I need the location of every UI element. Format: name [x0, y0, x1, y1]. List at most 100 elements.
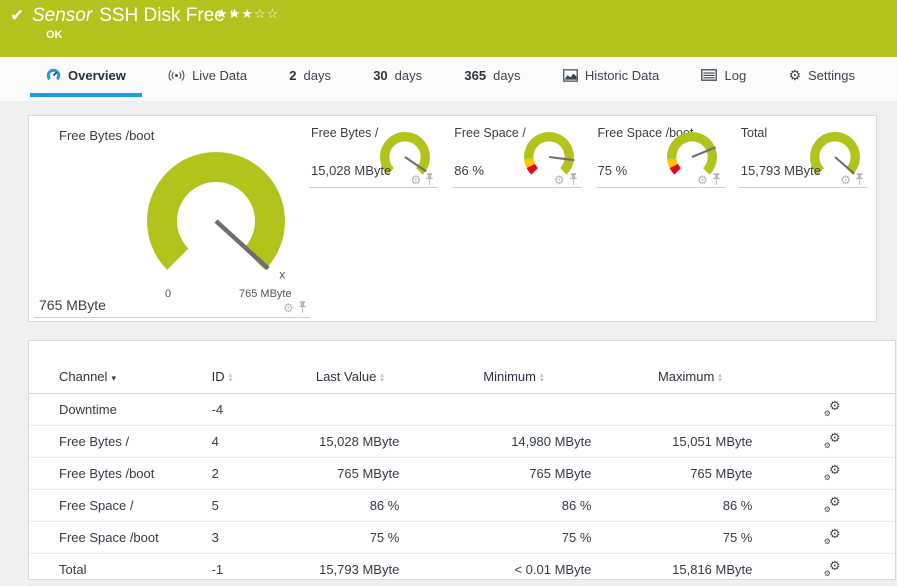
tile-title: Free Space / [454, 126, 526, 140]
log-icon [701, 69, 718, 81]
channel-settings-gears-icon[interactable]: ⚙ ⚙ [824, 430, 841, 450]
gauge-settings-gear-icon[interactable]: ⚙ [554, 174, 565, 186]
tab-settings[interactable]: ⚙ Settings [772, 57, 871, 97]
gauge-tools: ⚙ [697, 173, 721, 186]
tab-settings-label: Settings [808, 67, 855, 83]
gear-icon: ⚙ [788, 66, 801, 83]
channel-table-panel: Channel ▾ ID ▴ ▾ Last Value ▴ ▾ Minimum ▴ ▾ Max… [28, 340, 896, 586]
channel-minimum: < 0.01 MByte [417, 553, 610, 586]
channel-name[interactable]: Downtime [29, 393, 208, 426]
channel-minimum: 765 MByte [417, 457, 610, 490]
table-row-downtime[interactable]: Downtime -4 ⚙ ⚙ [29, 393, 895, 426]
live-icon [168, 69, 185, 81]
table-row-free-bytes-boot[interactable]: Free Bytes /boot 2 765 MByte 765 MByte 7… [29, 457, 895, 490]
column-label: Maximum [657, 369, 715, 384]
pin-icon[interactable] [855, 173, 864, 186]
gauge-settings-gear-icon[interactable]: ⚙ [283, 302, 294, 314]
channel-settings-gears-icon[interactable]: ⚙ ⚙ [824, 558, 841, 578]
table-row-total[interactable]: Total -1 15,793 MByte < 0.01 MByte 15,81… [29, 553, 895, 586]
channel-minimum: 75 % [417, 521, 610, 554]
priority-stars[interactable]: ★★★☆☆ [216, 6, 279, 22]
sort-icon: ▴ ▾ [380, 371, 384, 384]
channel-settings-gears-icon[interactable]: ⚙ ⚙ [824, 526, 841, 546]
channel-last-value: 15,028 MByte [282, 425, 418, 458]
tile-value: 15,793 MByte [740, 163, 821, 178]
tab-bar: Overview Live Data 2 days 30 days 365 da… [0, 57, 897, 101]
gauge-settings-gear-icon[interactable]: ⚙ [410, 174, 421, 186]
sort-icon: ▴ ▾ [718, 371, 722, 384]
channel-settings-gears-icon[interactable]: ⚙ ⚙ [824, 398, 841, 418]
column-header-id[interactable]: ID ▴ ▾ [207, 363, 283, 394]
tile-free-bytes-root: Free Bytes / 15,028 MByte ⚙ [309, 116, 439, 188]
channel-maximum: 765 MByte [609, 457, 771, 490]
tab-historic-data[interactable]: Historic Data [547, 57, 675, 97]
channel-last-value: 75 % [282, 521, 418, 554]
column-header-channel[interactable]: Channel ▾ [29, 363, 208, 394]
channel-maximum: 75 % [609, 521, 771, 554]
gauge-tools: ⚙ [554, 173, 578, 186]
channel-id: -1 [207, 553, 283, 586]
channel-settings-gears-icon[interactable]: ⚙ ⚙ [824, 462, 841, 482]
svg-text:x: x [279, 268, 285, 282]
tab-30-days[interactable]: 30 days [357, 57, 438, 97]
gauge-tools: ⚙ [410, 173, 434, 186]
channel-id: 2 [207, 457, 283, 490]
channel-name[interactable]: Free Bytes / [29, 425, 208, 458]
channel-minimum [417, 393, 610, 426]
tile-title: Total [740, 126, 768, 140]
tab-2-days-label: days [303, 67, 331, 83]
channel-last-value: 86 % [282, 489, 418, 522]
pin-icon[interactable] [569, 173, 578, 186]
channel-maximum: 86 % [609, 489, 771, 522]
tab-live-data[interactable]: Live Data [152, 57, 263, 97]
pin-icon[interactable] [712, 173, 721, 186]
pin-icon[interactable] [298, 301, 307, 314]
table-row-free-space-boot[interactable]: Free Space /boot 3 75 % 75 % 75 % ⚙ ⚙ [29, 521, 895, 554]
tab-2-days[interactable]: 2 days [273, 57, 347, 97]
tab-log[interactable]: Log [685, 57, 762, 97]
channel-settings-gears-icon[interactable]: ⚙ ⚙ [824, 494, 841, 514]
column-label: Last Value [315, 369, 377, 384]
sort-desc-icon: ▾ [111, 373, 116, 383]
column-header-settings [770, 363, 895, 394]
channel-maximum: 15,816 MByte [609, 553, 771, 586]
sort-icon: ▴ ▾ [228, 371, 233, 384]
tab-365-days[interactable]: 365 days [448, 57, 536, 97]
channel-name[interactable]: Free Bytes /boot [29, 457, 208, 490]
channel-id: 3 [207, 521, 283, 554]
channel-last-value: 15,793 MByte [282, 553, 418, 586]
column-label: Minimum [483, 369, 536, 384]
channel-minimum: 86 % [417, 489, 610, 522]
sort-icon: ▴ ▾ [539, 371, 544, 384]
pin-icon[interactable] [425, 173, 434, 186]
column-label: Channel [59, 369, 108, 384]
table-row-free-space-root[interactable]: Free Space / 5 86 % 86 % 86 % ⚙ ⚙ [29, 489, 895, 522]
channel-name[interactable]: Free Space / [29, 489, 208, 522]
status-ok-check-icon: ✔ [10, 6, 25, 25]
sensor-title-prefix: Sensor [32, 5, 93, 26]
column-header-maximum[interactable]: Maximum ▴ ▾ [609, 363, 771, 394]
column-header-last-value[interactable]: Last Value ▴ ▾ [282, 363, 418, 394]
tab-overview[interactable]: Overview [30, 57, 142, 97]
channel-last-value [282, 393, 418, 426]
tile-total: Total 15,793 MByte ⚙ [738, 116, 868, 188]
primary-gauge: x [141, 146, 291, 296]
tab-log-label: Log [724, 67, 747, 83]
column-header-minimum[interactable]: Minimum ▴ ▾ [417, 363, 610, 394]
channel-name[interactable]: Free Space /boot [29, 521, 208, 554]
gauge-settings-gear-icon[interactable]: ⚙ [697, 174, 708, 186]
tab-historic-data-label: Historic Data [584, 67, 660, 83]
channel-table: Channel ▾ ID ▴ ▾ Last Value ▴ ▾ Minimum ▴ ▾ Max… [29, 363, 895, 586]
sensor-title: Sensor SSH Disk Free ⚐ [32, 5, 239, 27]
gauge-settings-gear-icon[interactable]: ⚙ [840, 174, 851, 186]
sensor-title-name: SSH Disk Free [99, 5, 225, 26]
primary-gauge-value: 765 MByte [39, 297, 106, 313]
channel-id: -4 [207, 393, 283, 426]
divider [34, 317, 310, 318]
tab-30-days-label: days [394, 67, 423, 83]
tab-overview-label: Overview [68, 67, 126, 83]
gauge-tools: ⚙ [840, 173, 864, 186]
tile-free-space-boot: Free Space /boot 75 % ⚙ [595, 116, 725, 188]
table-row-free-bytes-root[interactable]: Free Bytes / 4 15,028 MByte 14,980 MByte… [29, 425, 895, 458]
channel-name[interactable]: Total [29, 553, 208, 586]
